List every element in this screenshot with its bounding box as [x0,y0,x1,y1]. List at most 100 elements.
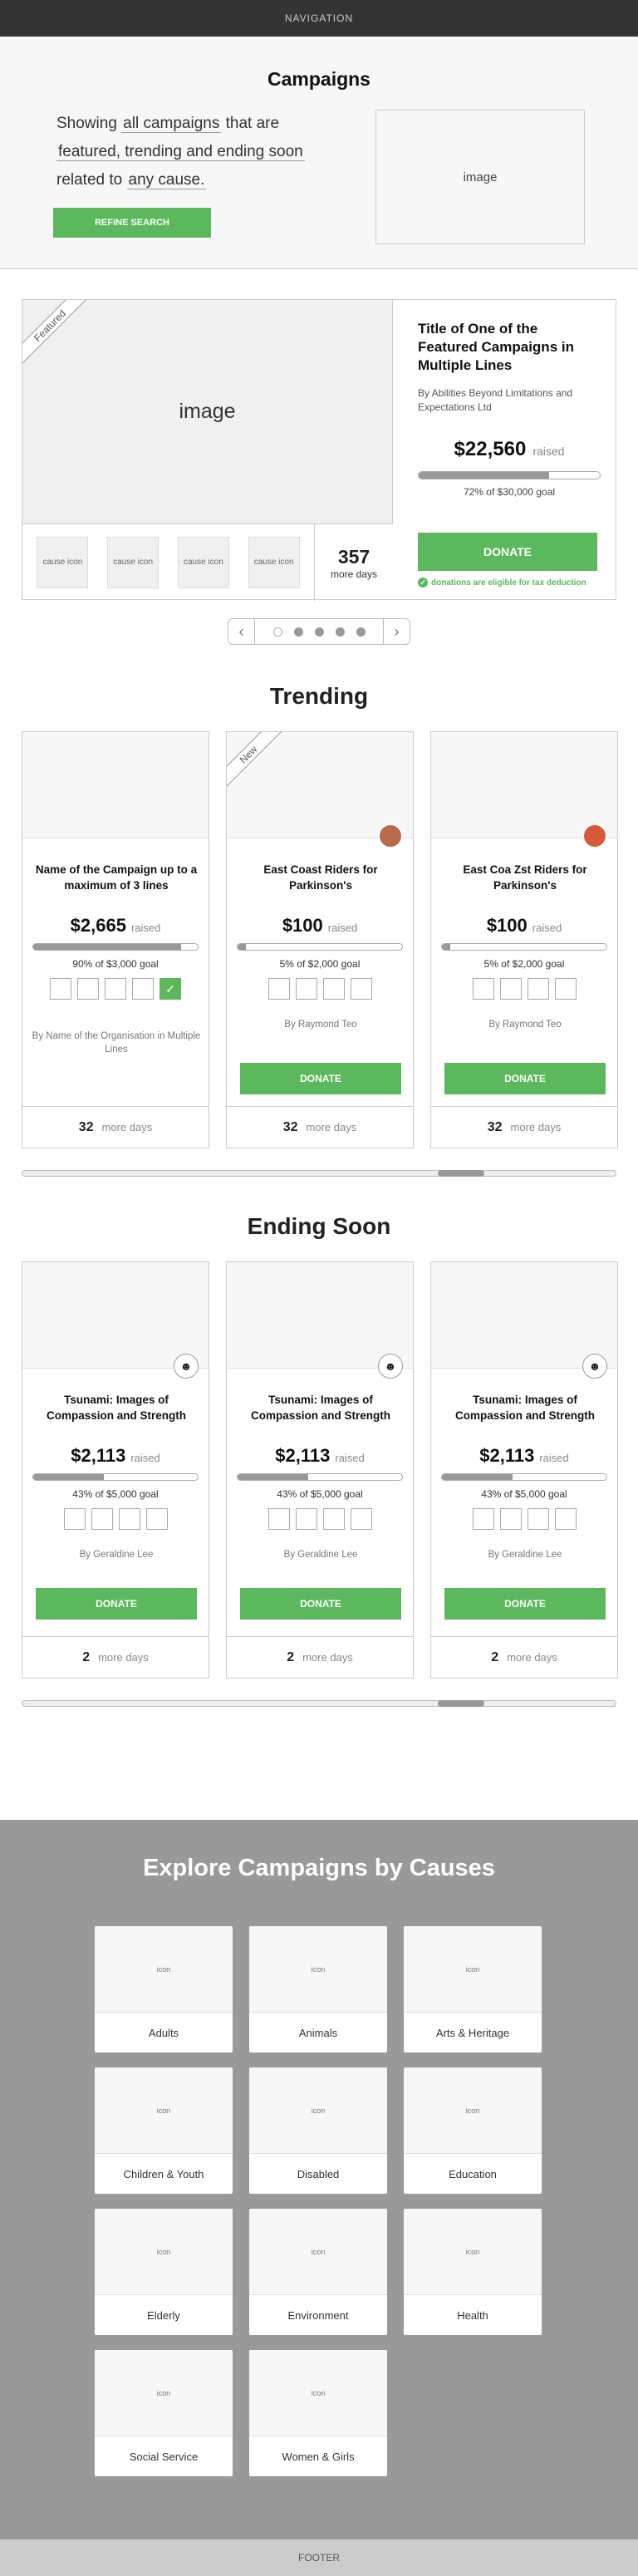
cause-icon[interactable]: cause icon [107,537,160,588]
campaign-title[interactable]: East Coast Riders for Parkinson's [235,862,406,893]
organiser-avatar[interactable] [582,823,607,848]
campaign-card[interactable]: ☻ Tsunami: Images of Compassion and Stren… [226,1261,414,1679]
navigation-bar[interactable]: NAVIGATION [0,0,638,37]
refine-search-button[interactable]: REFINE SEARCH [53,208,211,238]
ending-soon-scrollbar[interactable] [22,1700,616,1707]
campaign-organisation: By Raymond Teo [284,1020,357,1030]
raised-label: raised [130,1452,160,1464]
campaign-image[interactable] [22,1262,209,1369]
days-number: 2 [82,1649,91,1664]
pager-dot[interactable] [272,627,282,637]
pager-dot[interactable] [335,627,345,637]
campaign-title[interactable]: Name of the Campaign up to a maximum of … [31,862,202,893]
campaign-title[interactable]: Tsunami: Images of Compassion and Streng… [31,1392,202,1423]
organiser-avatar-icon[interactable]: ☻ [378,1354,403,1379]
donate-button[interactable]: DONATE [240,1063,401,1094]
days-number: 32 [282,1119,298,1134]
organiser-avatar-icon[interactable]: ☻ [582,1354,607,1379]
campaign-card[interactable]: Name of the Campaign up to a maximum of … [22,731,209,1148]
featured-campaign[interactable]: Featured image cause icon cause icon cause… [22,299,616,601]
featured-image[interactable]: Featured image [22,300,393,524]
next-arrow-icon[interactable]: › [383,619,410,644]
filter-cause-link[interactable]: any cause. [126,171,207,189]
cause-tile[interactable]: icon Arts & Heritage [404,1926,542,2052]
campaign-image[interactable] [431,1262,617,1369]
scroll-thumb[interactable] [438,1700,484,1707]
cause-box [118,1508,140,1530]
campaign-image[interactable] [22,732,209,838]
filter-type-link[interactable]: featured, trending and ending soon [56,143,305,161]
image-placeholder-label: image [179,400,236,423]
filter-campaigns-link[interactable]: all campaigns [121,115,222,133]
cause-tile[interactable]: icon Adults [95,1926,233,2052]
campaign-card[interactable]: ☻ Tsunami: Images of Compassion and Stren… [22,1261,209,1679]
pager-dot[interactable] [356,627,366,637]
pager-dot[interactable] [314,627,324,637]
cause-tile[interactable]: icon Health [404,2209,542,2335]
cause-box [527,1508,549,1530]
featured-title[interactable]: Title of One of the Featured Campaigns i… [418,320,601,375]
donate-button[interactable]: DONATE [36,1588,197,1620]
organiser-avatar[interactable] [378,823,403,848]
cause-tile[interactable]: icon Elderly [95,2209,233,2335]
cause-tile[interactable]: icon Environment [249,2209,387,2335]
featured-ribbon: Featured [22,300,88,364]
scroll-thumb[interactable] [438,1170,484,1177]
cause-label: Children & Youth [123,2167,204,2180]
campaign-title[interactable]: East Coa Zst Riders for Parkinson's [439,862,611,893]
days-label: more days [302,1651,353,1664]
campaign-card[interactable]: New East Coast Riders for Parkinson's $100… [226,731,414,1148]
raised-label: raised [539,1452,569,1464]
cause-tile[interactable]: icon Animals [249,1926,387,2052]
campaign-title[interactable]: Tsunami: Images of Compassion and Streng… [439,1392,611,1423]
campaign-image[interactable] [431,732,617,838]
cause-tile[interactable]: icon Disabled [249,2067,387,2194]
organiser-avatar-icon[interactable]: ☻ [174,1354,199,1379]
days-remaining: 357 more days [315,524,393,601]
campaign-title[interactable]: Tsunami: Images of Compassion and Streng… [235,1392,406,1423]
cause-box [50,978,71,1000]
trending-scrollbar[interactable] [22,1170,616,1177]
days-label: more days [98,1651,149,1664]
prev-arrow-icon[interactable]: ‹ [228,619,255,644]
nav-label: NAVIGATION [284,12,354,24]
campaign-card[interactable]: East Coa Zst Riders for Parkinson's $100 r… [430,731,618,1148]
cause-icon: icon [249,2350,387,2436]
cause-icon[interactable]: cause icon [248,537,300,588]
cause-label: Disabled [297,2167,340,2180]
cause-icon: icon [249,1926,387,2013]
search-summary: Showing all campaigns that are featured,… [56,110,339,194]
amount-raised: $2,665 [70,915,126,936]
raised-label: raised [335,1452,365,1464]
donate-button[interactable]: DONATE [240,1588,401,1620]
donate-button[interactable]: DONATE [444,1588,606,1620]
campaign-image[interactable] [227,1262,413,1369]
tax-note-text: donations are eligible for tax deduction [431,578,586,587]
goal-text: 72% of $30,000 goal [463,486,556,498]
progress-bar [418,471,601,479]
cause-label: Education [449,2167,497,2180]
campaign-organisation: By Name of the Organisation in Multiple … [32,1031,201,1054]
cause-tile[interactable]: icon Social Service [95,2350,233,2476]
cause-icon: icon [95,2209,233,2295]
cause-tile[interactable]: icon Education [404,2067,542,2194]
cause-boxes [22,1508,209,1530]
donate-button[interactable]: DONATE [418,533,597,571]
cause-boxes: ✓ [22,978,209,1000]
cause-box [350,978,372,1000]
pager-dot[interactable] [293,627,303,637]
raised-label: raised [532,922,562,934]
amount-raised: $2,113 [71,1445,126,1466]
campaign-card[interactable]: ☻ Tsunami: Images of Compassion and Stren… [430,1261,618,1679]
cause-tile[interactable]: icon Women & Girls [249,2350,387,2476]
cause-icon[interactable]: cause icon [177,537,229,588]
days-number: 2 [491,1649,499,1664]
days-label: more days [507,1651,557,1664]
cause-tile[interactable]: icon Children & Youth [95,2067,233,2194]
cause-boxes [431,1508,617,1530]
campaign-amount: $100 raised [431,915,617,937]
days-label: more days [510,1121,562,1133]
progress-fill [33,944,182,950]
donate-button[interactable]: DONATE [444,1063,606,1094]
cause-icon[interactable]: cause icon [37,537,89,588]
